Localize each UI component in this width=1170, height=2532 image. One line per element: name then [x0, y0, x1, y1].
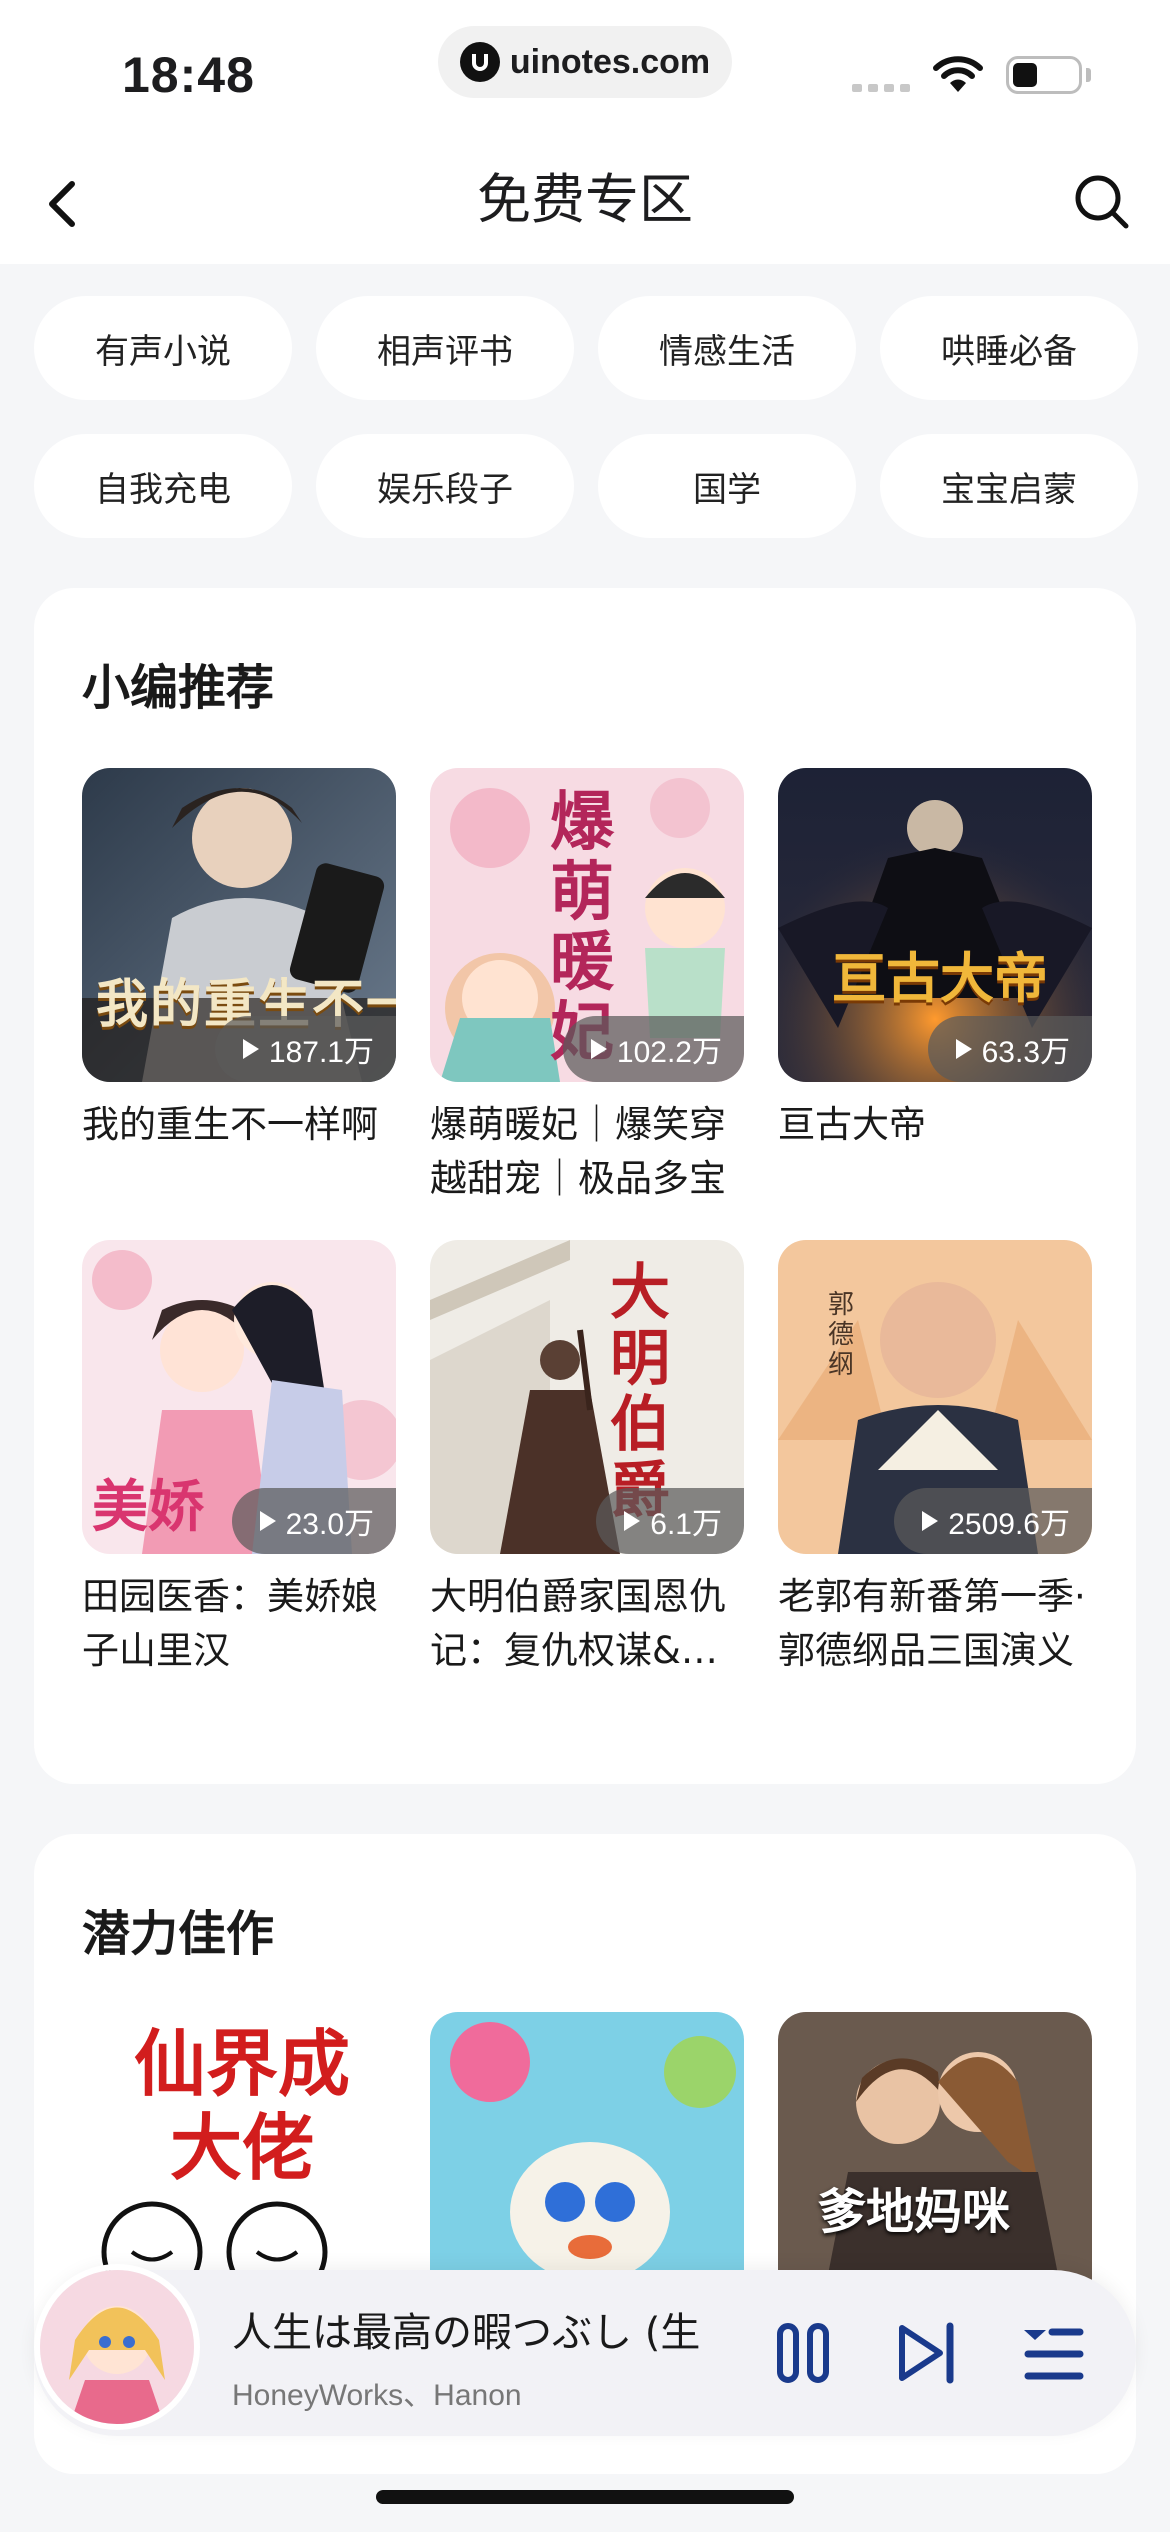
album-cover[interactable]: 郭德纲 2509.6万: [778, 1240, 1092, 1554]
url-pill[interactable]: uinotes.com: [438, 26, 732, 98]
category-chip[interactable]: 国学: [598, 434, 856, 538]
album-cover[interactable]: 我的重生不一 187.1万: [82, 768, 396, 1082]
album-cover[interactable]: 美娇 23.0万: [82, 1240, 396, 1554]
album-cover[interactable]: 爆萌暖妃 102.2万: [430, 768, 744, 1082]
album-item[interactable]: 爆萌暖妃 102.2万 爆萌暖妃｜爆笑穿越甜宠｜极品多宝: [430, 768, 744, 1206]
category-chip[interactable]: 有声小说: [34, 296, 292, 400]
cellular-signal-icon: [852, 84, 910, 92]
battery-icon: [1006, 56, 1082, 94]
cover-text: 爹地妈咪: [818, 2184, 1011, 2240]
playlist-icon[interactable]: [1018, 2318, 1088, 2388]
category-chip[interactable]: 自我充电: [34, 434, 292, 538]
album-cover[interactable]: 大明伯爵 6.1万: [430, 1240, 744, 1554]
category-chip[interactable]: 哄睡必备: [880, 296, 1138, 400]
wifi-icon: [933, 56, 983, 92]
editor-picks-section: 小编推荐 我的重生不一 187.1万 我的重生不一样啊 爆萌暖 102.2万 爆…: [34, 588, 1136, 1784]
song-title: 人生は最高の暇つぶし (生: [232, 2310, 701, 2356]
play-count-badge: 6.1万: [596, 1488, 744, 1554]
play-icon: [242, 1039, 259, 1059]
album-title: 田园医香：美娇娘子山里汉: [82, 1575, 378, 1672]
album-item[interactable]: 我的重生不一 187.1万 我的重生不一样啊: [82, 768, 396, 1206]
album-cover[interactable]: 亘古大帝 63.3万: [778, 768, 1092, 1082]
album-item[interactable]: 大明伯爵 6.1万 大明伯爵家国恩仇记：复仇权谋&宫斗: [430, 1240, 744, 1678]
album-title: 老郭有新番第一季·郭德纲品三国演义: [778, 1575, 1086, 1672]
pause-icon[interactable]: [768, 2318, 838, 2388]
play-count: 187.1万: [268, 1036, 374, 1069]
nav-header: 免费专区: [0, 140, 1170, 264]
cover-text: 亘古大帝: [832, 947, 1048, 1010]
cover-text: 美娇: [92, 1475, 204, 1540]
play-count: 63.3万: [981, 1036, 1070, 1069]
status-time: 18:48: [122, 47, 255, 103]
status-bar: 18:48 uinotes.com: [0, 0, 1170, 140]
play-icon: [259, 1511, 276, 1531]
now-playing-artwork[interactable]: [34, 2264, 200, 2430]
play-count-badge: 187.1万: [214, 1016, 396, 1082]
search-icon[interactable]: [1066, 166, 1136, 236]
category-chip[interactable]: 娱乐段子: [316, 434, 574, 538]
section-title: 潜力佳作: [82, 1906, 275, 1962]
home-indicator[interactable]: [376, 2490, 794, 2504]
next-track-icon[interactable]: [892, 2318, 962, 2388]
play-count: 6.1万: [650, 1508, 722, 1541]
play-icon: [624, 1511, 641, 1531]
page-title: 免费专区: [477, 168, 693, 231]
album-title: 我的重生不一样啊: [82, 1103, 378, 1146]
play-count-badge: 102.2万: [562, 1016, 744, 1082]
play-count: 2509.6万: [948, 1508, 1070, 1541]
play-icon: [590, 1039, 607, 1059]
play-count-badge: 2509.6万: [894, 1488, 1092, 1554]
album-item[interactable]: 郭德纲 2509.6万 老郭有新番第一季·郭德纲品三国演义: [778, 1240, 1092, 1678]
play-count: 102.2万: [616, 1036, 722, 1069]
album-title: 大明伯爵家国恩仇记：复仇权谋&宫斗: [430, 1575, 726, 1672]
battery-tip: [1086, 68, 1091, 82]
song-artist: HoneyWorks、Hanon: [232, 2379, 522, 2412]
site-logo-icon: [459, 42, 500, 82]
category-chips: 有声小说 相声评书 情感生活 哄睡必备 自我充电 娱乐段子 国学 宝宝启蒙: [34, 296, 1138, 538]
album-title: 亘古大帝: [778, 1103, 926, 1146]
section-title: 小编推荐: [82, 660, 275, 716]
play-icon: [922, 1511, 939, 1531]
album-item[interactable]: 美娇 23.0万 田园医香：美娇娘子山里汉: [82, 1240, 396, 1678]
mini-player[interactable]: 人生は最高の暇つぶし (生 HoneyWorks、Hanon: [34, 2264, 1136, 2436]
play-icon: [955, 1039, 972, 1059]
play-count: 23.0万: [285, 1508, 374, 1541]
category-chip[interactable]: 相声评书: [316, 296, 574, 400]
play-count-badge: 23.0万: [231, 1488, 396, 1554]
category-chip[interactable]: 宝宝启蒙: [880, 434, 1138, 538]
url-text: uinotes.com: [509, 42, 711, 81]
cover-text: 郭德纲: [828, 1290, 855, 1380]
album-title: 爆萌暖妃｜爆笑穿越甜宠｜极品多宝: [430, 1103, 726, 1200]
album-item[interactable]: 亘古大帝 63.3万 亘古大帝: [778, 768, 1092, 1206]
cover-text: 大明伯爵: [610, 1258, 670, 1524]
play-count-badge: 63.3万: [927, 1016, 1092, 1082]
category-chip[interactable]: 情感生活: [598, 296, 856, 400]
editor-picks-grid: 我的重生不一 187.1万 我的重生不一样啊 爆萌暖妃 102.2万 爆萌暖妃｜…: [82, 768, 1092, 1678]
artwork-image: [40, 2270, 194, 2424]
cover-text: 仙界成大佬: [133, 2022, 350, 2190]
